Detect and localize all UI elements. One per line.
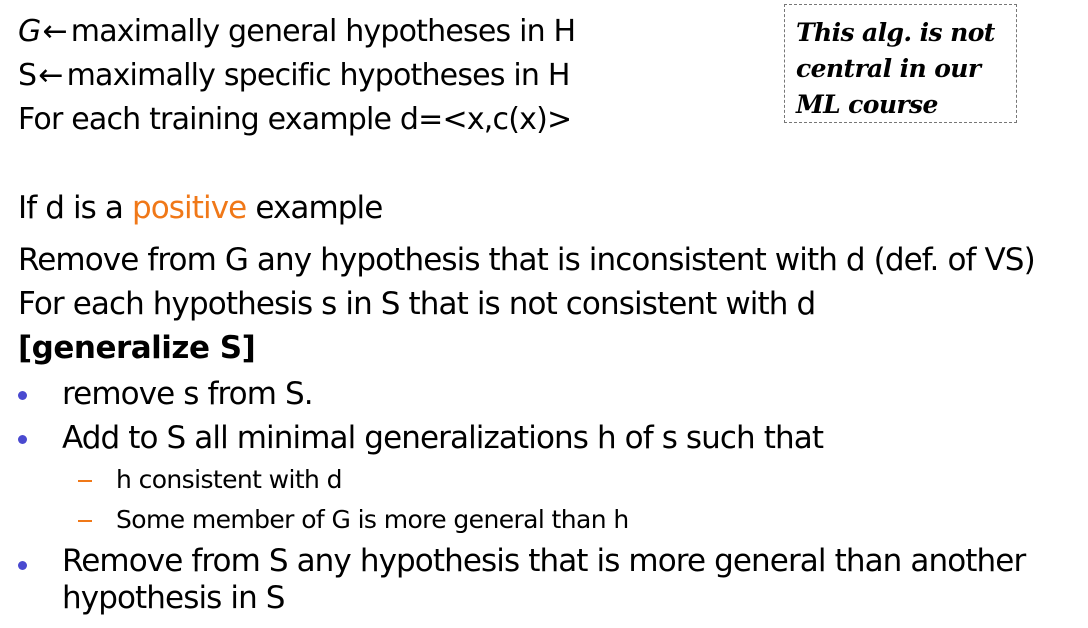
dash-icon <box>78 480 92 482</box>
header-line-s-text: maximally specific hypotheses in H <box>66 58 571 93</box>
header-line-for-each: For each training example d=<x,c(x)> <box>18 102 572 137</box>
remove-from-g-line: Remove from G any hypothesis that is inc… <box>18 242 1036 278</box>
left-arrow-icon: ← <box>38 58 63 93</box>
note-box: This alg. is not central in our ML cours… <box>784 4 1017 123</box>
if-positive-line: If d is a positive example <box>18 190 383 226</box>
sub-item-more-general: Some member of G is more general than h <box>116 505 629 534</box>
bullet-item-add-generalizations: Add to S all minimal generalizations h o… <box>62 420 824 456</box>
header-line-g-text: maximally general hypotheses in H <box>70 14 576 49</box>
bullet-icon <box>18 391 27 400</box>
dash-icon <box>78 520 92 522</box>
bullet-item-remove-s: remove s from S. <box>62 376 314 412</box>
left-arrow-icon: ← <box>42 14 67 49</box>
for-each-s-line: For each hypothesis s in S that is not c… <box>18 286 816 322</box>
header-line-s: S← maximally specific hypotheses in H <box>18 61 570 91</box>
bullet-item-remove-more-general-line2: hypothesis in S <box>62 580 285 616</box>
generalize-label: [generalize S] <box>18 330 256 366</box>
header-line-g: G← maximally general hypotheses in H <box>18 14 576 49</box>
bullet-icon <box>18 435 27 444</box>
if-suffix: example <box>255 190 383 226</box>
bullet-icon <box>18 561 27 570</box>
sub-item-consistent: h consistent with d <box>116 465 343 494</box>
bullet-item-remove-more-general-line1: Remove from S any hypothesis that is mor… <box>62 543 1026 579</box>
if-prefix: If d is a <box>18 190 124 226</box>
g-symbol: G <box>18 14 41 49</box>
positive-keyword: positive <box>131 190 247 226</box>
s-symbol: S <box>18 58 37 93</box>
